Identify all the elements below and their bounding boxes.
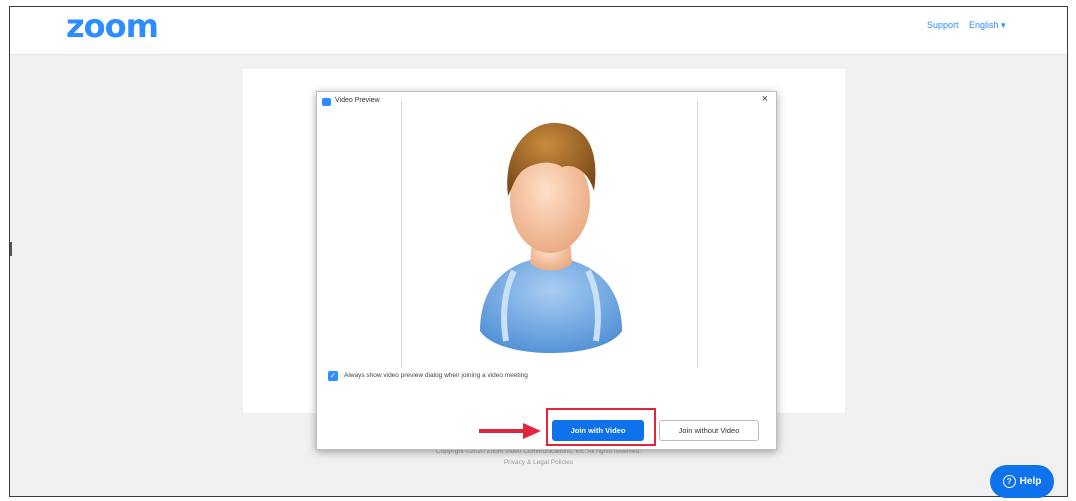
video-preview-dialog: Video Preview × ✓ Always show video prev… bbox=[316, 91, 777, 450]
close-icon[interactable]: × bbox=[762, 93, 768, 105]
dialog-title: Video Preview bbox=[335, 97, 380, 104]
highlight-annotation bbox=[546, 408, 656, 446]
help-label: Help bbox=[1019, 476, 1042, 487]
language-dropdown[interactable]: English ▾ bbox=[969, 20, 1006, 31]
support-link[interactable]: Support bbox=[927, 20, 959, 30]
checkbox-label: Always show video preview dialog when jo… bbox=[344, 372, 528, 379]
join-without-video-button[interactable]: Join without Video bbox=[659, 420, 759, 441]
zoom-logo[interactable]: zoom bbox=[66, 7, 159, 45]
top-navbar: zoom Support English ▾ bbox=[10, 7, 1067, 55]
help-button[interactable]: ? Help bbox=[990, 465, 1054, 498]
help-icon: ? bbox=[1002, 474, 1016, 488]
always-show-preview-checkbox[interactable]: ✓ bbox=[328, 371, 338, 381]
privacy-link[interactable]: Privacy & Legal Policies bbox=[10, 459, 1067, 466]
left-edge-marker bbox=[10, 242, 12, 256]
video-icon bbox=[322, 98, 331, 106]
video-preview-area bbox=[401, 101, 698, 368]
avatar-placeholder bbox=[480, 122, 622, 353]
arrow-right-icon bbox=[479, 423, 541, 439]
